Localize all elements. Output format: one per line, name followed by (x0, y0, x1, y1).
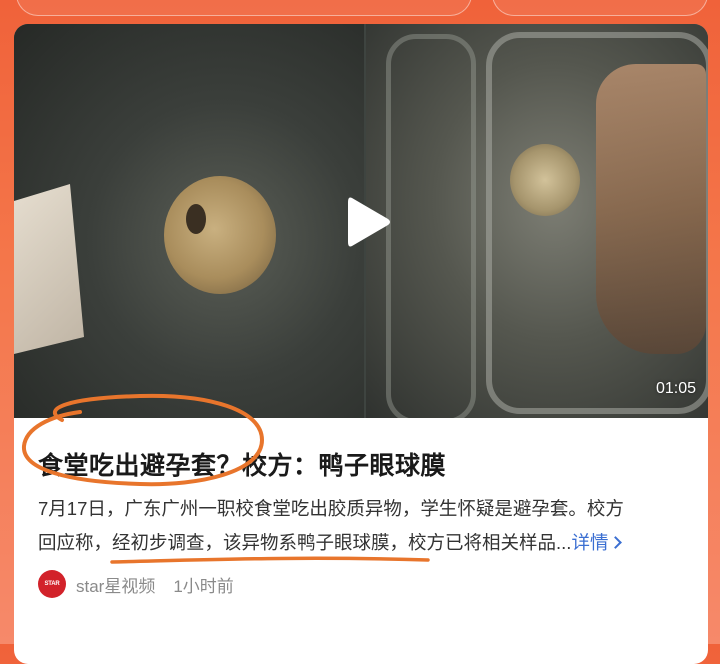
news-card[interactable]: 01:05 食堂吃出避孕套？校方：鸭子眼球膜 7月17日，广东广州一职校食堂吃出… (14, 24, 708, 664)
food-item-image-right (510, 144, 580, 216)
publish-time: 1小时前 (173, 576, 234, 596)
article-description[interactable]: 7月17日，广东广州一职校食堂吃出胶质异物，学生怀疑是避孕套。校方 回应称，经初… (38, 492, 706, 560)
video-frame-left (14, 24, 364, 418)
video-duration: 01:05 (655, 380, 696, 397)
video-thumbnail[interactable]: 01:05 (14, 24, 708, 418)
more-label[interactable]: 详情 (571, 532, 608, 553)
description-line-1: 7月17日，广东广州一职校食堂吃出胶质异物，学生怀疑是避孕套。校方 (38, 498, 624, 519)
source-name[interactable]: star星视频 (76, 572, 155, 597)
play-icon[interactable] (344, 194, 392, 250)
video-frame-right (366, 24, 708, 418)
top-pill-left[interactable] (16, 0, 472, 16)
tray-edge-image (386, 34, 476, 418)
food-item-image (164, 176, 276, 294)
description-line-2-text: 回应称，经初步调查，该异物系鸭子眼球膜，校方已将相关样品... (38, 532, 572, 553)
article-title[interactable]: 食堂吃出避孕套？校方：鸭子眼球膜 (38, 446, 446, 482)
meat-image (596, 64, 706, 354)
article-meta: STAR star星视频 1小时前 (38, 570, 234, 598)
more-link[interactable]: 详情 (571, 532, 623, 553)
description-line-2: 回应称，经初步调查，该异物系鸭子眼球膜，校方已将相关样品...详情 (38, 526, 706, 560)
chevron-right-icon[interactable] (609, 536, 623, 549)
food-shard-image (14, 184, 84, 354)
source-avatar[interactable]: STAR (38, 570, 66, 598)
top-pill-right[interactable] (492, 0, 708, 16)
avatar-logo-text: STAR (44, 581, 60, 587)
